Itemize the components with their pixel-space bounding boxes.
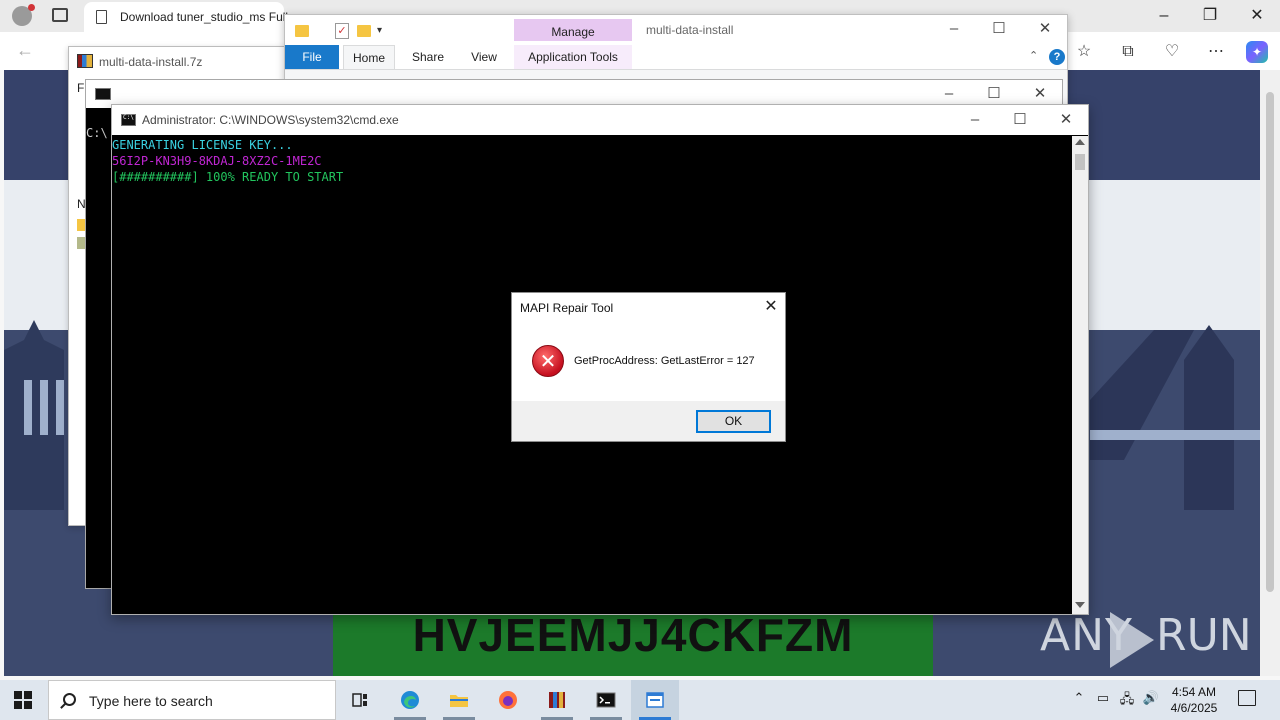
edge-icon: [401, 691, 419, 709]
tab-home[interactable]: Home: [343, 45, 395, 69]
taskbar-winrar[interactable]: [533, 680, 581, 720]
explorer-close-button[interactable]: ✕: [1034, 19, 1056, 39]
notification-center-icon[interactable]: [1238, 690, 1256, 706]
explorer-minimize-button[interactable]: –: [943, 19, 965, 39]
firefox-icon: [499, 691, 517, 709]
task-view-icon: [352, 693, 367, 707]
cmd-maximize-button[interactable]: ☐: [1009, 110, 1031, 130]
browser-tab[interactable]: Download tuner_studio_ms Full: [84, 2, 288, 32]
browser-tab-title: Download tuner_studio_ms Full: [120, 10, 289, 24]
notification-dot-icon: [28, 4, 35, 11]
clock-date: 4/6/2025: [1170, 701, 1218, 715]
show-hidden-icons-chevron-icon[interactable]: ⌃: [1070, 690, 1088, 706]
page-icon: [96, 10, 107, 24]
ribbon-tabs: File Home Share View Application Tools: [285, 45, 1069, 69]
cmd-icon: [121, 114, 136, 126]
ok-button[interactable]: OK: [696, 410, 771, 433]
search-icon: [63, 693, 76, 706]
dialog-footer: OK: [512, 401, 785, 441]
taskbar-firefox[interactable]: [484, 680, 532, 720]
console-line-generating: GENERATING LICENSE KEY...: [112, 138, 293, 152]
volume-icon[interactable]: 🔊: [1142, 690, 1160, 706]
cmd-icon: [596, 692, 616, 708]
collections-icon[interactable]: ⧉: [1117, 41, 1139, 63]
browser-minimize-button[interactable]: –: [1152, 6, 1176, 26]
explorer-maximize-button[interactable]: ☐: [988, 19, 1010, 39]
explorer-window-title: multi-data-install: [646, 23, 734, 37]
taskbar-clock[interactable]: 4:54 AM 4/6/2025: [1162, 684, 1226, 716]
dialog-message: GetProcAddress: GetLastError = 127: [574, 355, 755, 367]
folder-icon[interactable]: [295, 25, 309, 37]
clock-time: 4:54 AM: [1171, 685, 1217, 699]
watermark-play-icon: [1110, 612, 1154, 668]
tab-application-tools[interactable]: Application Tools: [514, 45, 632, 69]
browser-scrollbar-thumb[interactable]: [1266, 92, 1274, 592]
copilot-icon[interactable]: ✦: [1246, 41, 1268, 63]
winrar-icon: [77, 54, 93, 68]
more-menu-icon[interactable]: ⋯: [1205, 41, 1227, 63]
watermark-right-text: RUN: [1156, 610, 1252, 661]
back-arrow-icon[interactable]: ←: [16, 40, 34, 61]
error-icon: ✕: [532, 345, 564, 377]
file-explorer-icon: [450, 695, 468, 707]
manage-contextual-tab[interactable]: Manage: [514, 19, 632, 41]
collapse-ribbon-icon[interactable]: ⌃: [1029, 49, 1038, 62]
task-view-button[interactable]: [336, 680, 384, 720]
customize-qat-icon[interactable]: ▾: [377, 25, 382, 36]
cmd-window-title: Administrator: C:\WINDOWS\system32\cmd.e…: [142, 113, 399, 127]
cmd-titlebar: Administrator: C:\WINDOWS\system32\cmd.e…: [112, 105, 1088, 135]
help-icon[interactable]: ?: [1049, 49, 1065, 65]
favorites-icon[interactable]: ☆: [1073, 41, 1095, 63]
tab-view[interactable]: View: [459, 45, 509, 69]
browser-essentials-icon[interactable]: ♡: [1161, 41, 1183, 63]
cmd-close-button[interactable]: ✕: [1055, 110, 1077, 130]
dialog-title: MAPI Repair Tool: [520, 301, 614, 315]
windows-logo-pane: [24, 691, 32, 699]
cmd-background-maximize-button[interactable]: ☐: [983, 84, 1005, 104]
properties-icon[interactable]: ✓: [335, 23, 349, 39]
search-placeholder: Type here to search: [89, 693, 213, 709]
tab-actions-icon[interactable]: [52, 8, 68, 22]
taskbar: Type here to search ⌃ ▭ 🖧 🔊 4:54 AM 4/6/…: [0, 680, 1280, 720]
taskbar-search-box[interactable]: Type here to search: [48, 680, 336, 720]
scroll-up-arrow-icon[interactable]: [1075, 139, 1085, 145]
console-line-progress: [##########] 100% READY TO START: [112, 170, 344, 184]
windows-logo-icon: [14, 691, 22, 699]
console-line-license-key: 56I2P-KN3H9-8KDAJ-8XZ2C-1ME2C: [112, 154, 322, 168]
cmd-background-minimize-button[interactable]: –: [938, 84, 960, 104]
cmd-background-close-button[interactable]: ✕: [1029, 84, 1051, 104]
device-icon[interactable]: ▭: [1094, 690, 1112, 706]
app-window-icon: [646, 692, 664, 708]
taskbar-cmd[interactable]: [582, 680, 630, 720]
cmd-scrollbar-thumb[interactable]: [1075, 154, 1085, 170]
new-folder-icon[interactable]: [357, 25, 371, 37]
cmd-scrollbar[interactable]: [1072, 136, 1088, 614]
winrar-icon: [549, 692, 565, 708]
error-dialog: MAPI Repair Tool ✕ ✕ GetProcAddress: Get…: [511, 292, 786, 442]
browser-scrollbar[interactable]: [1260, 70, 1280, 676]
tab-share[interactable]: Share: [403, 45, 453, 69]
windows-logo-pane: [24, 701, 32, 709]
taskbar-mapi-repair-tool[interactable]: [631, 680, 679, 720]
scroll-down-arrow-icon[interactable]: [1075, 602, 1085, 608]
windows-logo-pane: [14, 701, 22, 709]
cmd-icon: [95, 88, 111, 100]
license-key-banner: HVJEEMJJ4CKFZM: [333, 605, 933, 676]
taskbar-file-explorer[interactable]: [435, 680, 483, 720]
browser-close-button[interactable]: ✕: [1245, 6, 1269, 26]
archive-window-title: multi-data-install.7z: [99, 55, 203, 69]
browser-restore-button[interactable]: ❐: [1198, 6, 1222, 26]
taskbar-edge[interactable]: [386, 680, 434, 720]
tab-file[interactable]: File: [285, 45, 339, 69]
cmd-minimize-button[interactable]: –: [964, 110, 986, 130]
cmd-background-prompt: C:\: [86, 126, 108, 140]
network-icon[interactable]: 🖧: [1118, 690, 1136, 712]
start-button[interactable]: [14, 691, 32, 709]
dialog-close-button[interactable]: ✕: [761, 297, 781, 317]
